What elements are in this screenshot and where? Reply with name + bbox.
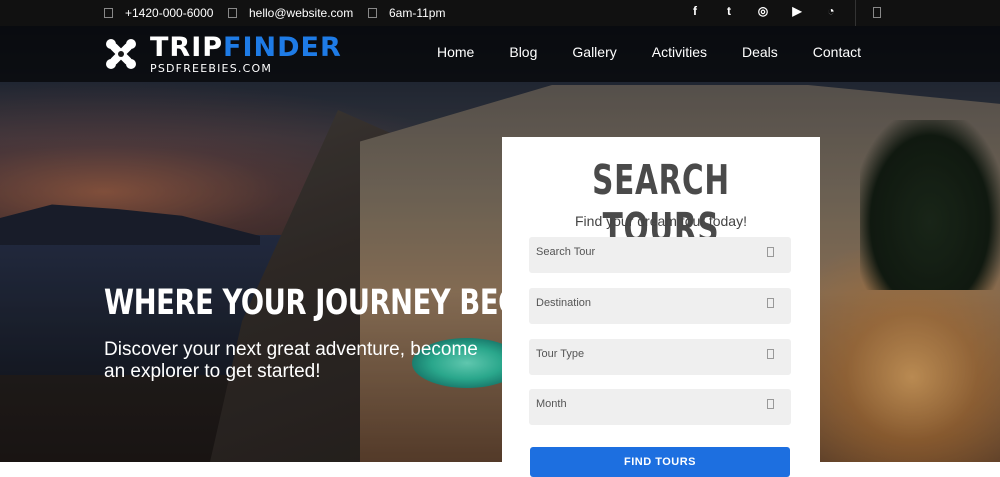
email-text: hello@website.com — [249, 6, 354, 20]
brand-subtitle: PSDFREEBIES.COM — [150, 62, 273, 75]
month-placeholder: Month — [536, 398, 567, 410]
brand-name: TRIPFINDER — [150, 34, 342, 61]
hours-info: 6am-11pm — [368, 6, 445, 20]
phone-icon — [104, 8, 113, 18]
chevron-down-icon — [767, 349, 774, 359]
brand-name-part2: FINDER — [223, 32, 342, 63]
search-icon — [767, 247, 774, 257]
hero-tagline: Discover your next great adventure, beco… — [104, 339, 478, 382]
nav-activities[interactable]: Activities — [652, 44, 707, 60]
youtube-icon[interactable]: ▶ — [789, 4, 805, 18]
instagram-icon[interactable]: ◎ — [755, 4, 771, 18]
search-card-subtitle: Find your dream tour today! — [575, 213, 747, 229]
destination-placeholder: Destination — [536, 297, 592, 309]
nav-deals[interactable]: Deals — [742, 44, 778, 60]
phone-contact[interactable]: +1420-000-6000 — [104, 6, 213, 20]
cart-icon[interactable] — [873, 7, 881, 18]
email-contact[interactable]: hello@website.com — [228, 6, 353, 20]
site-logo[interactable]: TRIPFINDER PSDFREEBIES.COM — [104, 34, 342, 74]
location-icon — [767, 298, 774, 308]
nav-menu: Home Blog Gallery Activities Deals Conta… — [437, 44, 861, 60]
social-links: f t ◎ ▶ ◔ — [687, 4, 839, 18]
search-tour-placeholder: Search Tour — [536, 246, 596, 258]
nav-gallery[interactable]: Gallery — [572, 44, 616, 60]
clock-icon — [368, 8, 377, 18]
brand-name-part1: TRIP — [150, 32, 224, 63]
search-tour-field[interactable]: Search Tour — [529, 237, 791, 273]
tour-type-field[interactable]: Tour Type — [529, 339, 791, 375]
hours-text: 6am-11pm — [389, 6, 446, 20]
tour-type-placeholder: Tour Type — [536, 348, 585, 360]
facebook-icon[interactable]: f — [687, 4, 703, 18]
main-navbar: TRIPFINDER PSDFREEBIES.COM Home Blog Gal… — [0, 26, 1000, 82]
twitter-icon[interactable]: t — [721, 4, 737, 18]
phone-text: +1420-000-6000 — [125, 6, 214, 20]
nav-contact[interactable]: Contact — [813, 44, 861, 60]
month-field[interactable]: Month — [529, 389, 791, 425]
find-tours-button[interactable]: FIND TOURS — [530, 447, 790, 477]
search-tours-card: SEARCH TOURS Find your dream tour today!… — [502, 137, 820, 477]
logo-mark-icon — [104, 37, 138, 71]
topbar-divider — [855, 0, 856, 26]
nav-home[interactable]: Home — [437, 44, 474, 60]
destination-field[interactable]: Destination — [529, 288, 791, 324]
top-contact-bar: +1420-000-6000 hello@website.com 6am-11p… — [0, 0, 1000, 26]
mail-icon — [228, 8, 237, 18]
nav-blog[interactable]: Blog — [509, 44, 537, 60]
whatsapp-icon[interactable]: ◔ — [823, 4, 839, 18]
calendar-icon — [767, 399, 774, 409]
